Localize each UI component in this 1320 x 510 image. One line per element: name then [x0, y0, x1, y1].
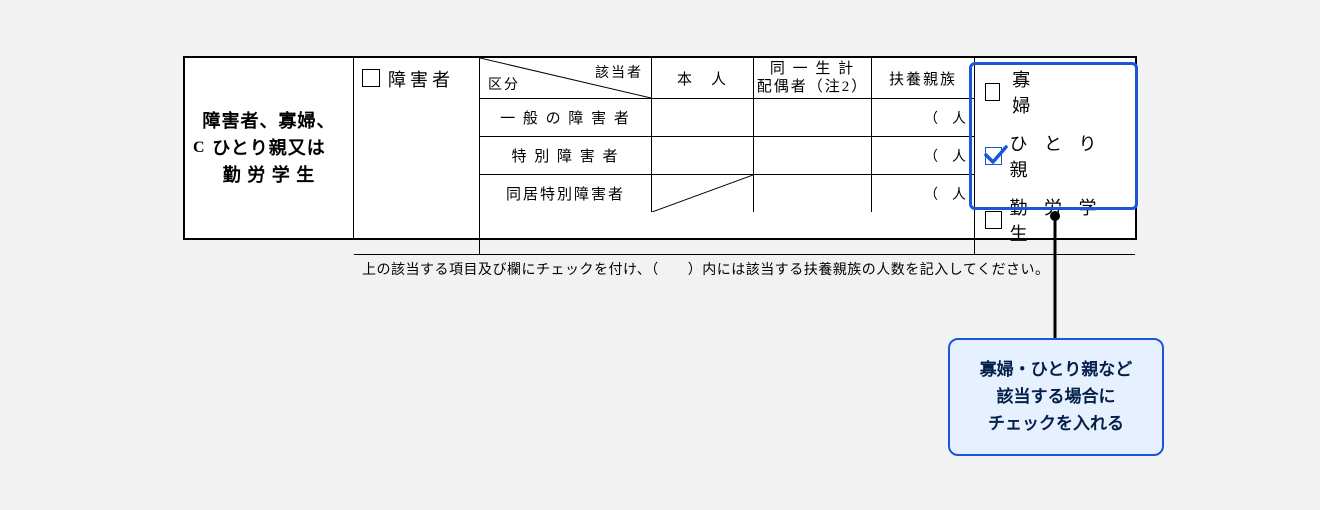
- row-special-spouse[interactable]: [754, 137, 872, 174]
- student-checkbox[interactable]: [985, 211, 1002, 229]
- disabled-checkbox-area: 障害者: [354, 58, 480, 254]
- single-parent-checkbox[interactable]: [985, 147, 1002, 165]
- row-cohabit-spouse[interactable]: [754, 175, 872, 212]
- section-title: C 障害者、寡婦、 ひとり親又は 勤 労 学 生: [185, 58, 354, 238]
- header-honnin: 本 人: [652, 58, 754, 98]
- callout-box: 寡婦・ひとり親など 該当する場合に チェックを入れる: [948, 338, 1164, 456]
- row-general-spouse[interactable]: [754, 99, 872, 136]
- footnote: 上の該当する項目及び欄にチェックを付け、（ ）内には該当する扶養親族の人数を記入…: [354, 254, 1135, 283]
- section-marker: C: [193, 136, 205, 160]
- row-special-label: 特 別 障 害 者: [480, 137, 652, 174]
- section-title-line2: ひとり親又は: [203, 135, 336, 162]
- row-general-label: 一 般 の 障 害 者: [480, 99, 652, 136]
- single-parent-row: ひ と り 親: [985, 130, 1125, 182]
- row-general-dependents[interactable]: （ 人: [872, 99, 974, 136]
- row-cohabit-label: 同居特別障害者: [480, 175, 652, 212]
- header-left-text: 区分: [488, 74, 520, 94]
- category-table: 該当者 区分 本 人 同 一 生 計配偶者（注2） 扶養親族 一 般 の 障 害…: [480, 58, 975, 254]
- section-title-line3: 勤 労 学 生: [203, 162, 336, 189]
- disabled-checkbox-label: 障害者: [388, 66, 454, 92]
- callout-leader-line: [1040, 210, 1070, 340]
- header-right-text: 該当者: [595, 62, 643, 82]
- widow-label: 寡 婦: [1008, 66, 1125, 118]
- callout-line1: 寡婦・ひとり親など: [962, 356, 1150, 383]
- section-title-line1: 障害者、寡婦、: [203, 108, 336, 135]
- row-special-dependents[interactable]: （ 人: [872, 137, 974, 174]
- callout-line2: 該当する場合に: [962, 383, 1150, 410]
- header-dependents: 扶養親族: [872, 58, 974, 98]
- single-parent-label: ひ と り 親: [1010, 130, 1126, 182]
- form-section-c: C 障害者、寡婦、 ひとり親又は 勤 労 学 生 障害者 該当者 区分 本 人: [183, 56, 1137, 240]
- callout-line3: チェックを入れる: [962, 410, 1150, 437]
- widow-row: 寡 婦: [985, 66, 1125, 118]
- widow-checkbox[interactable]: [985, 83, 1000, 101]
- row-special-honnin[interactable]: [652, 137, 754, 174]
- header-spouse: 同 一 生 計配偶者（注2）: [754, 58, 872, 98]
- check-icon: [983, 142, 1009, 168]
- header-kubun: 該当者 区分: [480, 58, 652, 98]
- row-general-honnin[interactable]: [652, 99, 754, 136]
- row-cohabit-honnin-na: [652, 175, 754, 212]
- disabled-checkbox[interactable]: [362, 69, 380, 87]
- row-cohabit-dependents[interactable]: （ 人: [872, 175, 974, 212]
